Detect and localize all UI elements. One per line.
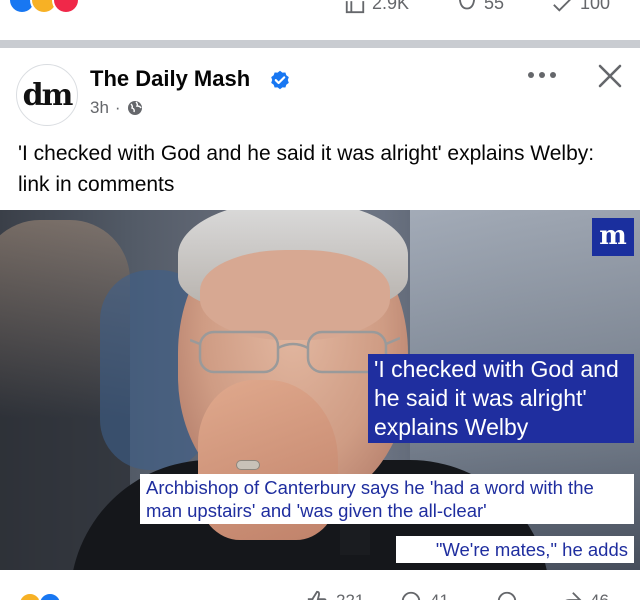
share-icon — [565, 592, 582, 600]
image-subheadline: Archbishop of Canterbury says he 'had a … — [140, 474, 634, 524]
post-image[interactable]: m 'I checked with God and he said it was… — [0, 210, 640, 570]
comment-count: 41 — [430, 591, 449, 600]
previous-post-shares-count: 2.9K — [372, 0, 410, 13]
page-name[interactable]: The Daily Mash — [90, 66, 250, 92]
like-icon — [307, 590, 327, 600]
globe-icon — [127, 101, 142, 115]
post-meta: 3h · — [90, 98, 143, 118]
previous-post-comments-count: 55 — [484, 0, 505, 13]
like-button[interactable]: 221 — [306, 590, 364, 600]
message-icon — [497, 591, 517, 600]
previous-post-extra-count: 100 — [580, 0, 611, 13]
hide-post-button[interactable] — [592, 58, 628, 94]
previous-post-comments[interactable]: 55 — [456, 0, 504, 14]
close-icon — [598, 64, 622, 88]
more-options-icon — [528, 72, 556, 78]
share-count-icon — [345, 1, 365, 14]
image-headline: 'I checked with God and he said it was a… — [368, 354, 634, 443]
post-header: dm The Daily Mash 3h · — [0, 48, 640, 128]
comment-button[interactable]: 41 — [400, 590, 449, 600]
share-count: 46 — [590, 591, 609, 600]
more-options-button[interactable] — [522, 60, 562, 90]
post-action-bar: 221 41 46 — [0, 570, 640, 600]
share-button[interactable]: 46 — [560, 590, 609, 600]
previous-post-action-bar: 2.9K 55 100 — [0, 0, 640, 40]
reply-button[interactable] — [496, 590, 518, 600]
previous-post-extra[interactable]: 100 — [552, 0, 610, 14]
comment-icon — [459, 0, 475, 10]
previous-post-shares[interactable]: 2.9K — [344, 0, 409, 14]
image-tagline: "We're mates," he adds — [396, 536, 634, 563]
verified-badge-icon — [271, 70, 289, 90]
daily-mash-logo: dm — [22, 77, 74, 113]
feed-divider — [0, 40, 640, 48]
like-count: 221 — [336, 591, 364, 600]
comment-icon — [401, 591, 421, 600]
image-ring — [236, 460, 260, 470]
page-avatar[interactable]: dm — [16, 64, 78, 126]
meta-separator: · — [114, 98, 121, 117]
share-icon — [553, 0, 571, 12]
daily-mash-badge: m — [592, 218, 634, 256]
love-reaction-icon — [52, 0, 80, 14]
like-reaction-icon[interactable] — [38, 592, 62, 600]
post-time[interactable]: 3h — [90, 98, 109, 118]
post-caption: 'I checked with God and he said it was a… — [18, 142, 595, 196]
